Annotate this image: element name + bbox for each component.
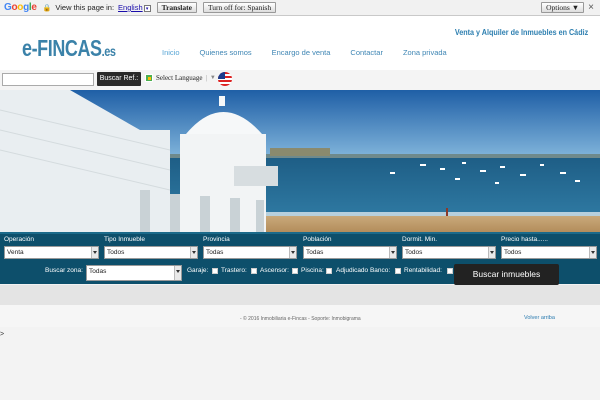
lock-icon: 🔒 (42, 4, 52, 12)
field-tipo-inmueble: Tipo Inmueble Todos (104, 236, 198, 259)
site-header: e-FINCAS.es Venta y Alquiler de Inmueble… (0, 16, 600, 70)
back-to-top-link[interactable]: Volver arriba (524, 315, 555, 321)
dormitorios-select[interactable]: Todos (402, 246, 496, 259)
language-select-separator: | (205, 74, 207, 82)
select-value: Todos (405, 249, 423, 256)
language-selector[interactable]: English ▾ (118, 3, 151, 12)
google-logo: Google (4, 2, 37, 13)
field-label: Provincia (203, 236, 230, 243)
ascensor-checkbox[interactable] (292, 268, 298, 274)
flag-icon[interactable] (218, 72, 232, 86)
field-label: Tipo Inmueble (104, 236, 145, 243)
google-translate-icon (145, 74, 153, 82)
garaje-label: Garaje: (187, 267, 209, 274)
chevron-down-icon: ▾ (143, 5, 151, 12)
copyright-text: - © 2016 Inmobiliaria e-Fincas - Soporte… (240, 316, 361, 322)
trastero-checkbox[interactable] (251, 268, 257, 274)
chevron-down-icon (91, 247, 98, 258)
select-value: Venta (7, 249, 24, 256)
stray-text: > (0, 331, 5, 338)
field-label: Dormit. Min. (402, 236, 438, 243)
ascensor-label: Ascensor: (260, 267, 289, 274)
view-page-text: View this page in: (55, 3, 115, 12)
footer-divider (0, 285, 600, 305)
field-label: Operación (4, 236, 34, 243)
field-provincia: Provincia Todas (203, 236, 297, 259)
close-icon[interactable]: × (588, 2, 594, 13)
precio-select[interactable]: Todos (501, 246, 597, 259)
beach-pavilion-photo (0, 90, 600, 232)
chevron-down-icon (190, 247, 197, 258)
poblacion-select[interactable]: Todas (303, 246, 397, 259)
language-value: English (118, 3, 143, 12)
select-value: Todos (504, 249, 522, 256)
chevron-down-icon (488, 247, 495, 258)
translate-bar: Google 🔒 View this page in: English ▾ Tra… (0, 0, 600, 16)
zone-select[interactable]: Todas (86, 265, 182, 281)
logo-suffix-text: .es (101, 43, 116, 59)
field-dormitorios: Dormit. Min. Todos (402, 236, 496, 259)
nav-item-contactar[interactable]: Contactar (350, 48, 383, 57)
trastero-label: Trastero: (221, 267, 247, 274)
rentabilidad-checkbox[interactable] (447, 268, 453, 274)
chevron-down-icon (389, 247, 396, 258)
piscina-checkbox[interactable] (326, 268, 332, 274)
adjudicado-banco-checkbox[interactable] (395, 268, 401, 274)
chevron-down-icon (289, 247, 296, 258)
chevron-down-icon: ▼ (209, 75, 216, 81)
field-operacion: Operación Venta (4, 236, 99, 259)
select-value: Todas (306, 249, 324, 256)
select-value: Todos (107, 249, 125, 256)
select-value: Todas (89, 268, 107, 275)
operacion-select[interactable]: Venta (4, 246, 99, 259)
field-label: Precio hasta...... (501, 236, 548, 243)
provincia-select[interactable]: Todas (203, 246, 297, 259)
reference-search-button[interactable]: Buscar Ref.: (97, 72, 141, 86)
hero-image (0, 90, 600, 232)
nav-item-quienes-somos[interactable]: Quienes somos (200, 48, 252, 57)
zone-label: Buscar zona: (45, 267, 83, 274)
page-background (0, 327, 600, 400)
search-properties-button[interactable]: Buscar inmuebles (454, 264, 559, 285)
field-label: Población (303, 236, 332, 243)
tipo-inmueble-select[interactable]: Todos (104, 246, 198, 259)
site-tagline: Venta y Alquiler de Inmuebles en Cádiz (454, 28, 588, 37)
rentabilidad-label: Rentabilidad: (404, 267, 442, 274)
options-button[interactable]: Options ▼ (541, 2, 585, 13)
chevron-down-icon (589, 247, 596, 258)
adjudicado-banco-label: Adjudicado Banco: (336, 267, 391, 274)
nav-item-zona-privada[interactable]: Zona privada (403, 48, 447, 57)
site-logo[interactable]: e-FINCAS.es (22, 36, 116, 63)
nav-item-encargo-de-venta[interactable]: Encargo de venta (272, 48, 331, 57)
main-nav: Inicio Quienes somos Encargo de venta Co… (162, 48, 467, 57)
nav-item-inicio[interactable]: Inicio (162, 48, 180, 57)
language-select-label: Select Language (156, 74, 203, 82)
turn-off-button[interactable]: Turn off for: Spanish (202, 2, 277, 13)
reference-input[interactable] (2, 73, 94, 86)
chevron-down-icon (174, 266, 181, 280)
field-poblacion: Población Todas (303, 236, 397, 259)
piscina-label: Piscina: (301, 267, 324, 274)
language-select[interactable]: Select Language | ▼ (145, 72, 216, 84)
select-value: Todas (206, 249, 224, 256)
field-precio: Precio hasta...... Todos (501, 236, 597, 259)
garaje-checkbox[interactable] (212, 268, 218, 274)
logo-main-text: e-FINCAS (22, 35, 102, 61)
translate-button[interactable]: Translate (156, 2, 197, 13)
